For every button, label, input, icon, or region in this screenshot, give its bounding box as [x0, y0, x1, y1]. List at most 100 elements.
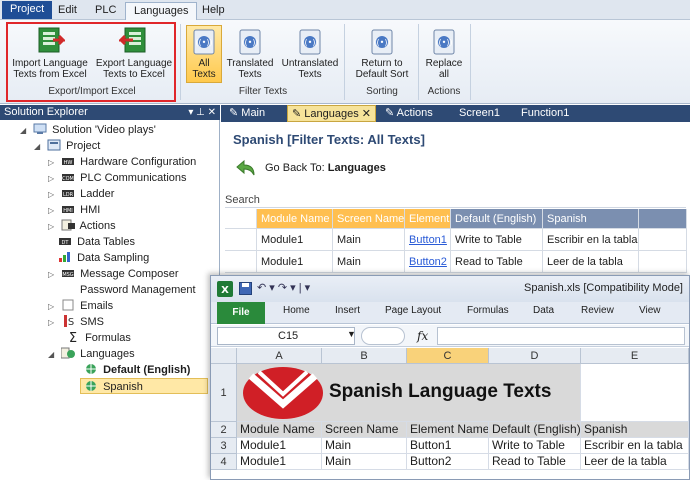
- save-icon[interactable]: [239, 282, 252, 295]
- close-icon[interactable]: ✕: [362, 108, 371, 120]
- all-texts-button[interactable]: ((•)) All Texts: [186, 28, 222, 80]
- name-box-dropdown-icon[interactable]: ▼: [347, 329, 356, 339]
- tree-hardware-configuration[interactable]: ▷ HW Hardware Configuration: [48, 154, 196, 170]
- table-cell[interactable]: Escribir en la tabla: [543, 229, 639, 251]
- fx-icon[interactable]: fx: [417, 329, 428, 343]
- collapse-icon[interactable]: ◢: [20, 123, 30, 139]
- table-cell[interactable]: Main: [333, 229, 405, 251]
- sheet-header-cell[interactable]: Spanish: [581, 422, 689, 438]
- panel-controls[interactable]: ▾ ⊥ ✕: [188, 105, 216, 120]
- table-cell[interactable]: Main: [333, 251, 405, 273]
- collapse-icon[interactable]: ◢: [48, 347, 58, 363]
- doc-tab-screen1[interactable]: Screen1: [455, 105, 504, 122]
- col-letter-d[interactable]: D: [489, 348, 581, 364]
- tree-project[interactable]: ◢ Project: [34, 138, 100, 154]
- tree-solution[interactable]: ◢ Solution 'Video plays': [20, 122, 156, 138]
- table-cell[interactable]: Module1: [257, 251, 333, 273]
- tree-default-english[interactable]: Default (English): [84, 362, 190, 378]
- sheet-header-cell[interactable]: Module Name: [237, 422, 322, 438]
- expand-icon[interactable]: ▷: [48, 267, 58, 283]
- doc-tab-languages[interactable]: ✎ Languages ✕: [287, 105, 377, 122]
- sheet-cell[interactable]: Module1: [237, 438, 322, 454]
- table-cell[interactable]: Write to Table: [451, 229, 543, 251]
- row-number-2[interactable]: 2: [211, 422, 237, 438]
- expand-icon[interactable]: ▷: [48, 155, 58, 171]
- tab-languages[interactable]: Languages: [125, 2, 198, 20]
- expand-icon[interactable]: ▷: [48, 315, 58, 331]
- tree-hmi[interactable]: ▷ HMI HMI: [48, 202, 100, 218]
- tree-ladder[interactable]: ▷ LDR Ladder: [48, 186, 114, 202]
- sheet-cell[interactable]: Leer de la tabla: [581, 454, 689, 470]
- sheet-cell[interactable]: Escribir en la tabla: [581, 438, 689, 454]
- row-number-4[interactable]: 4: [211, 454, 237, 470]
- expand-icon[interactable]: ▷: [48, 299, 58, 315]
- doc-tab-function1[interactable]: Function1: [517, 105, 573, 122]
- excel-tab-view[interactable]: View: [639, 305, 661, 316]
- col-letter-a[interactable]: A: [237, 348, 322, 364]
- go-back-link[interactable]: Go Back To: Languages: [265, 162, 386, 174]
- col-header-element[interactable]: Element: [405, 209, 451, 229]
- excel-tab-page-layout[interactable]: Page Layout: [385, 305, 441, 316]
- expand-icon[interactable]: ▷: [48, 203, 58, 219]
- col-header-default-english[interactable]: Default (English): [451, 209, 543, 229]
- excel-tab-data[interactable]: Data: [533, 305, 554, 316]
- sheet-cell[interactable]: Main: [322, 438, 407, 454]
- expand-icon[interactable]: ▷: [48, 187, 58, 203]
- expand-icon[interactable]: ▷: [48, 219, 58, 235]
- untranslated-texts-button[interactable]: ((•)) Untranslated Texts: [280, 28, 340, 80]
- excel-tab-file[interactable]: File: [217, 302, 265, 324]
- col-header-module-name[interactable]: Module Name: [257, 209, 333, 229]
- tree-data-tables[interactable]: DT Data Tables: [58, 234, 135, 250]
- table-cell[interactable]: Leer de la tabla: [543, 251, 639, 273]
- tree-password-management[interactable]: Password Management: [80, 282, 196, 298]
- col-letter-e[interactable]: E: [581, 348, 689, 364]
- row-header[interactable]: [225, 229, 257, 251]
- sheet-cell[interactable]: Button1: [407, 438, 489, 454]
- tree-sms[interactable]: ▷ S SMS: [48, 314, 104, 330]
- select-all-corner[interactable]: [211, 348, 237, 364]
- sheet-cell[interactable]: [581, 364, 689, 422]
- collapse-icon[interactable]: ◢: [34, 139, 44, 155]
- back-arrow-icon[interactable]: [235, 158, 257, 178]
- sheet-cell[interactable]: Button2: [407, 454, 489, 470]
- name-box[interactable]: C15: [217, 327, 355, 345]
- sheet-cell[interactable]: Write to Table: [489, 438, 581, 454]
- sheet-cell[interactable]: Read to Table: [489, 454, 581, 470]
- quick-access-undo-redo[interactable]: ↶ ▾ ↷ ▾ | ▾: [257, 281, 310, 294]
- doc-tab-actions[interactable]: ✎ Actions: [381, 105, 437, 122]
- tree-formulas[interactable]: Σ Formulas: [66, 330, 131, 346]
- tab-edit[interactable]: Edit: [50, 2, 85, 20]
- search-bar[interactable]: Search: [225, 194, 686, 208]
- col-header-screen-name[interactable]: Screen Name: [333, 209, 405, 229]
- table-cell[interactable]: Module1: [257, 229, 333, 251]
- translated-texts-button[interactable]: ((•)) Translated Texts: [226, 28, 274, 80]
- sheet-header-cell[interactable]: Screen Name: [322, 422, 407, 438]
- tree-data-sampling[interactable]: Data Sampling: [58, 250, 149, 266]
- table-cell[interactable]: [639, 229, 687, 251]
- row-number-3[interactable]: 3: [211, 438, 237, 454]
- sheet-header-cell[interactable]: Default (English): [489, 422, 581, 438]
- tab-project[interactable]: Project: [2, 1, 53, 19]
- expand-icon[interactable]: ▷: [48, 171, 58, 187]
- col-letter-b[interactable]: B: [322, 348, 407, 364]
- return-default-sort-button[interactable]: ((•)) Return to Default Sort: [350, 28, 414, 80]
- tree-plc-communications[interactable]: ▷ COM PLC Communications: [48, 170, 187, 186]
- excel-tab-formulas[interactable]: Formulas: [467, 305, 509, 316]
- sheet-cell[interactable]: Main: [322, 454, 407, 470]
- tree-actions[interactable]: ▷ Actions: [48, 218, 116, 234]
- table-cell[interactable]: [639, 251, 687, 273]
- excel-tab-review[interactable]: Review: [581, 305, 614, 316]
- replace-all-button[interactable]: ((•)) Replace all: [422, 28, 466, 80]
- element-link[interactable]: Button1: [405, 229, 451, 251]
- tree-emails[interactable]: ▷ Emails: [48, 298, 113, 314]
- tree-spanish[interactable]: Spanish: [80, 378, 208, 394]
- col-letter-c[interactable]: C: [407, 348, 489, 364]
- row-number-1[interactable]: 1: [211, 364, 237, 422]
- tab-plc[interactable]: PLC: [87, 2, 124, 20]
- sheet-cell[interactable]: Module1: [237, 454, 322, 470]
- formula-cancel-enter[interactable]: [361, 327, 405, 345]
- excel-tab-home[interactable]: Home: [283, 305, 310, 316]
- row-header[interactable]: [225, 251, 257, 273]
- tree-message-composer[interactable]: ▷ MSG Message Composer: [48, 266, 179, 282]
- col-header-spanish[interactable]: Spanish: [543, 209, 639, 229]
